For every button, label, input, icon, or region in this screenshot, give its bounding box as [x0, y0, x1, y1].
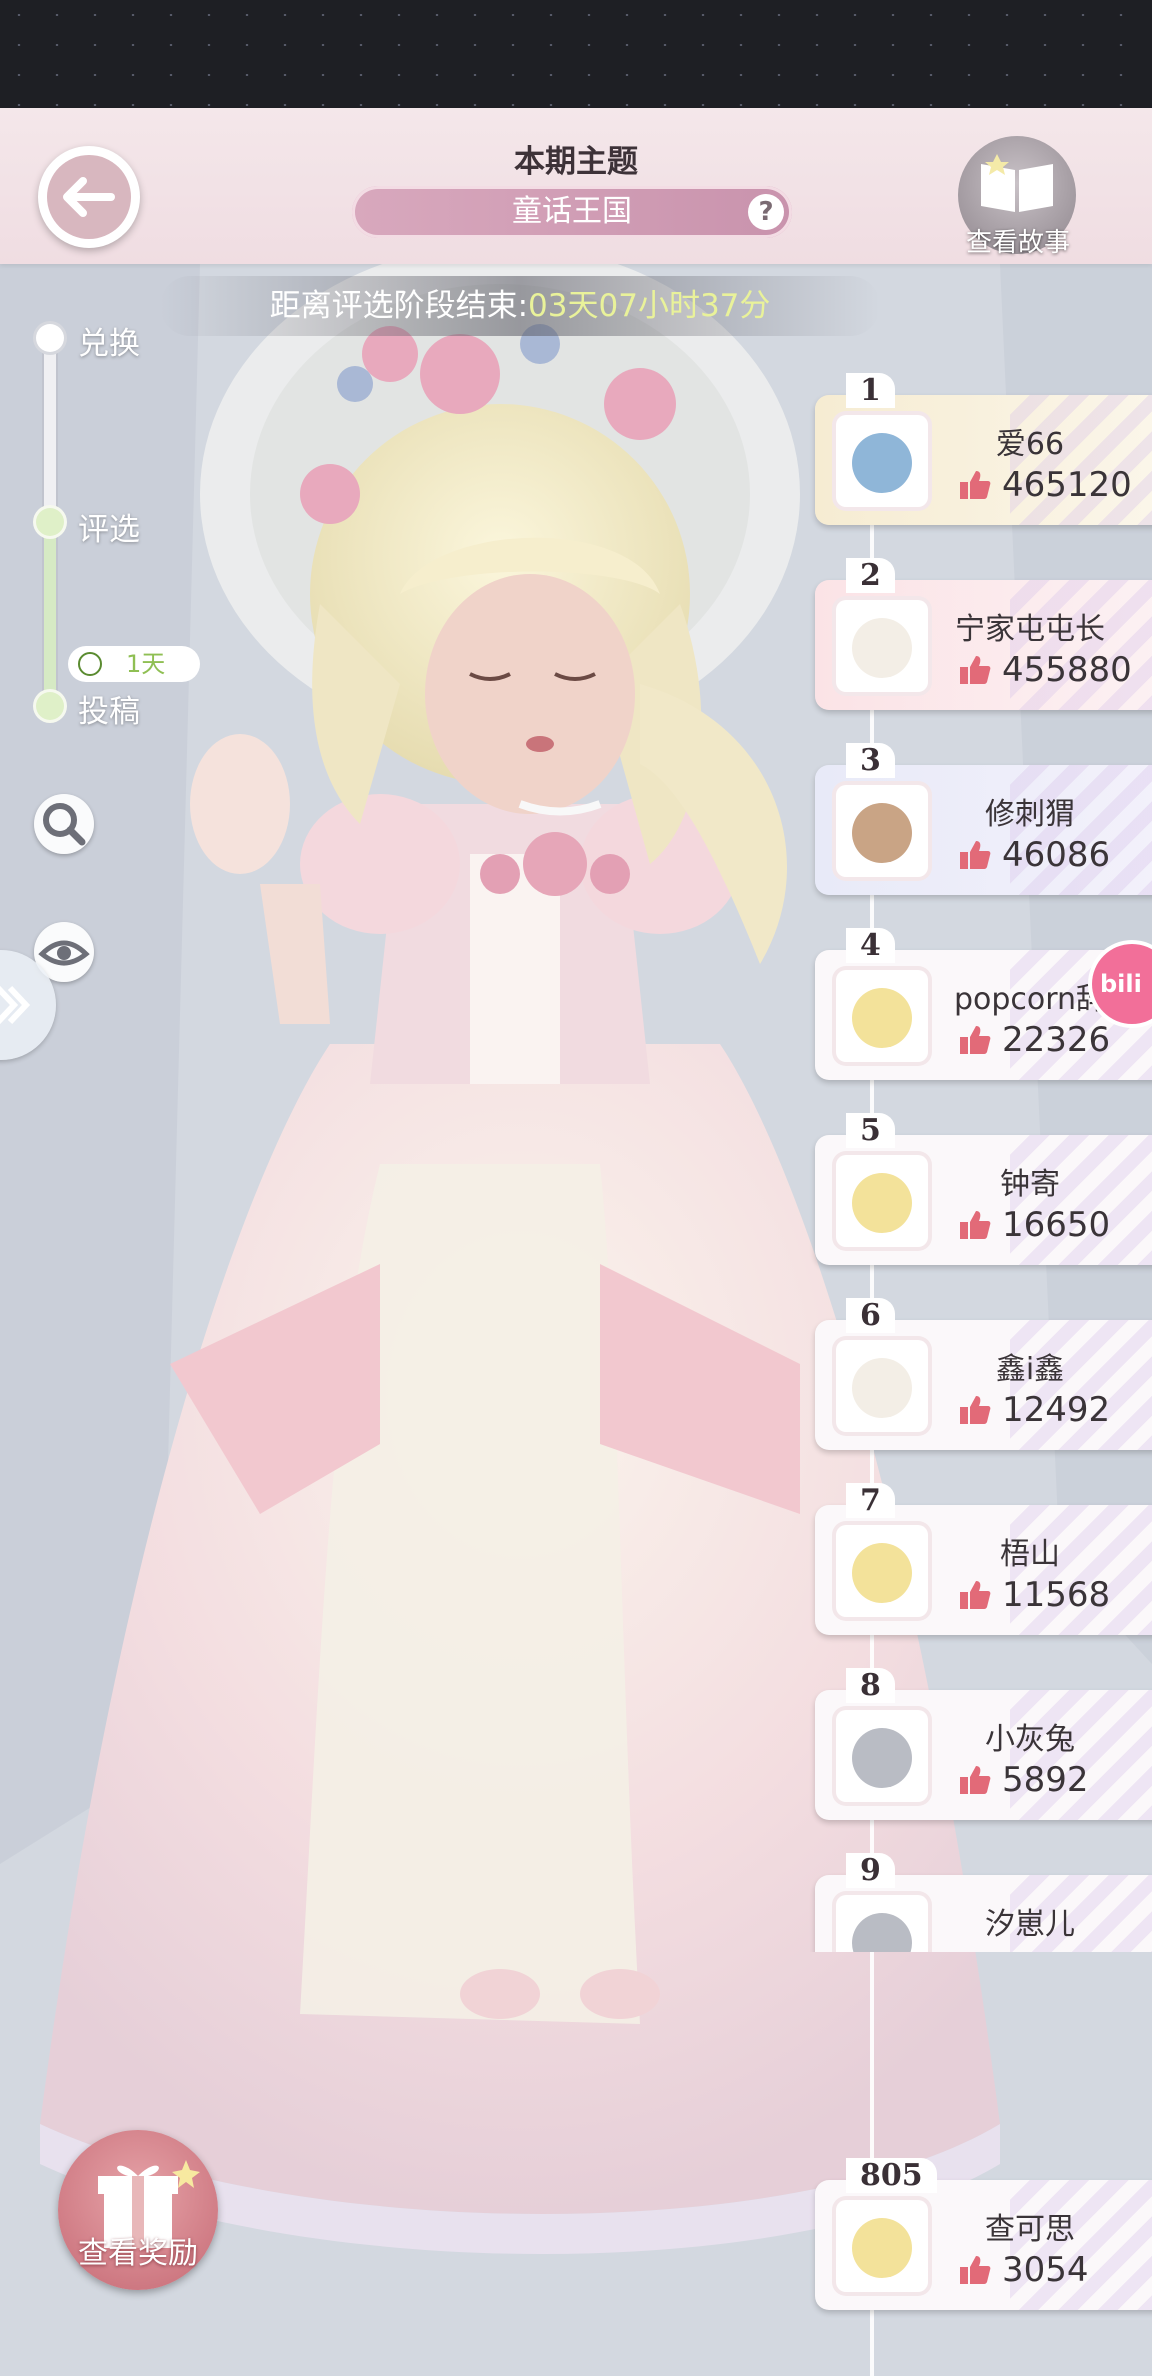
view-rewards-label: 查看奖励 — [78, 2236, 198, 2271]
leaderboard-row[interactable]: 9 汐崽儿 — [0, 0, 1152, 1952]
player-avatar[interactable] — [836, 2200, 928, 2292]
avatar-face — [852, 2218, 912, 2278]
thumbs-up-icon — [960, 2256, 991, 2284]
rank-number: 9 — [846, 1853, 895, 1888]
like-count: 3054 — [1002, 2250, 1089, 2290]
player-name: 汐崽儿 — [985, 1907, 1075, 1942]
player-avatar[interactable] — [836, 1895, 928, 1952]
avatar-face — [852, 1913, 912, 1952]
rank-number: 805 — [846, 2158, 937, 2193]
player-name: 查可思 — [985, 2212, 1075, 2247]
